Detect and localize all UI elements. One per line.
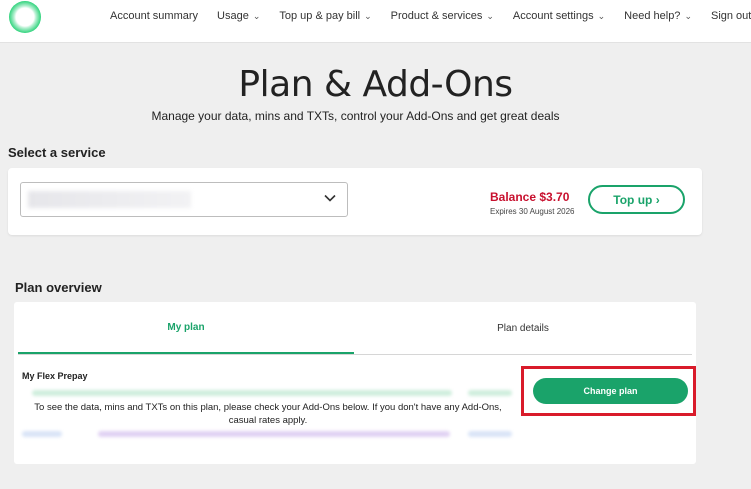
nav-item-label: Product & services bbox=[390, 10, 483, 22]
balance-amount: Balance $3.70 bbox=[490, 190, 570, 204]
plan-tabs: My plan Plan details bbox=[18, 302, 692, 355]
service-select[interactable] bbox=[20, 182, 348, 217]
chevron-down-icon: ⌄ bbox=[486, 10, 494, 21]
top-navigation: Account summary Usage ⌄ Top up & pay bil… bbox=[0, 0, 751, 43]
nav-item-label: Need help? bbox=[624, 10, 681, 22]
nav-item-account-settings[interactable]: Account settings ⌄ bbox=[513, 10, 605, 22]
nav-item-label: Usage bbox=[217, 10, 249, 22]
nav-item-label: Account settings bbox=[512, 10, 594, 22]
plan-info-message: To see the data, mins and TXTs on this p… bbox=[34, 402, 502, 426]
nav-item-sign-out[interactable]: Sign out bbox=[711, 10, 751, 22]
service-number-blurred bbox=[28, 191, 191, 208]
nav-item-need-help[interactable]: Need help? ⌄ bbox=[624, 10, 692, 22]
nav-item-top-up-pay-bill[interactable]: Top up & pay bill ⌄ bbox=[279, 10, 371, 22]
service-card: Balance $3.70 Expires 30 August 2026 Top… bbox=[8, 168, 702, 235]
nav-item-label: Sign out bbox=[710, 10, 751, 22]
chevron-down-icon: ⌄ bbox=[597, 10, 606, 21]
nav-item-usage[interactable]: Usage ⌄ bbox=[217, 10, 260, 22]
page-title: Plan & Add-Ons bbox=[238, 64, 513, 105]
plan-name: My Flex Prepay bbox=[22, 371, 88, 381]
balance-expiry: Expires 30 August 2026 bbox=[490, 207, 575, 216]
nav-item-label: Top up & pay bill bbox=[279, 10, 361, 22]
page-subtitle: Manage your data, mins and TXTs, control… bbox=[151, 109, 560, 123]
change-plan-button[interactable]: Change plan bbox=[533, 378, 688, 404]
tab-my-plan[interactable]: My plan bbox=[18, 302, 354, 354]
top-up-button[interactable]: Top up › bbox=[588, 185, 685, 214]
tab-plan-details[interactable]: Plan details bbox=[354, 302, 692, 354]
select-service-heading: Select a service bbox=[8, 145, 106, 160]
plan-overview-heading: Plan overview bbox=[15, 280, 102, 295]
nav-item-label: Account summary bbox=[110, 10, 199, 22]
nav-item-account-summary[interactable]: Account summary bbox=[110, 10, 198, 22]
nav-item-product-services[interactable]: Product & services ⌄ bbox=[391, 10, 494, 22]
chevron-down-icon: ⌄ bbox=[252, 10, 261, 21]
logo-icon[interactable] bbox=[9, 1, 41, 33]
chevron-down-icon: ⌄ bbox=[684, 10, 692, 21]
chevron-down-icon bbox=[324, 194, 336, 202]
nav-menu: Account summary Usage ⌄ Top up & pay bil… bbox=[110, 10, 751, 22]
chevron-down-icon: ⌄ bbox=[364, 10, 372, 21]
